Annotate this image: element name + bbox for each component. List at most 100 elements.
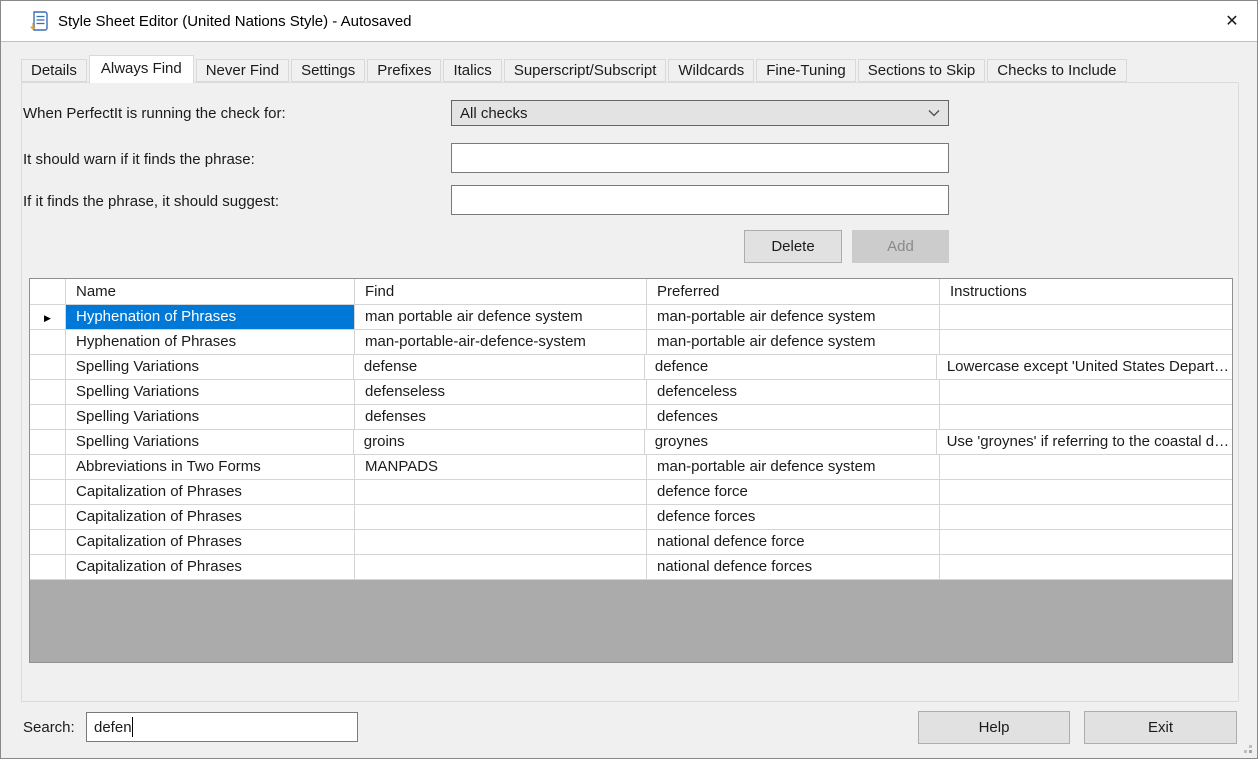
- cell-name[interactable]: Spelling Variations: [66, 355, 354, 380]
- cell-preferred[interactable]: defence forces: [647, 505, 940, 530]
- cell-find[interactable]: MANPADS: [355, 455, 647, 480]
- warn-phrase-input[interactable]: [451, 143, 949, 173]
- title-bar[interactable]: Style Sheet Editor (United Nations Style…: [1, 1, 1257, 42]
- cell-find[interactable]: man-portable-air-defence-system: [355, 330, 647, 355]
- warn-phrase-label: It should warn if it finds the phrase:: [23, 151, 255, 168]
- cell-instructions[interactable]: [940, 305, 1232, 330]
- row-header-cell[interactable]: [30, 330, 66, 355]
- exit-button-label: Exit: [1148, 719, 1173, 736]
- row-header-cell[interactable]: [30, 505, 66, 530]
- cell-name[interactable]: Hyphenation of Phrases: [66, 330, 355, 355]
- cell-instructions[interactable]: [940, 530, 1232, 555]
- cell-name[interactable]: Hyphenation of Phrases: [66, 305, 355, 330]
- cell-preferred[interactable]: national defence forces: [647, 555, 940, 580]
- cell-name[interactable]: Spelling Variations: [66, 430, 354, 455]
- row-header-cell[interactable]: [30, 380, 66, 405]
- cell-preferred[interactable]: groynes: [645, 430, 937, 455]
- cell-instructions[interactable]: [940, 380, 1232, 405]
- cell-find[interactable]: defense: [354, 355, 645, 380]
- cell-instructions[interactable]: [940, 405, 1232, 430]
- row-header-cell[interactable]: [30, 405, 66, 430]
- cell-name[interactable]: Capitalization of Phrases: [66, 505, 355, 530]
- table-row: Capitalization of Phrases national defen…: [30, 555, 1232, 580]
- style-sheet-editor-window: Style Sheet Editor (United Nations Style…: [0, 0, 1258, 759]
- window-title: Style Sheet Editor (United Nations Style…: [58, 13, 412, 30]
- tab-strip: DetailsAlways FindNever FindSettingsPref…: [21, 55, 1129, 83]
- cell-name[interactable]: Spelling Variations: [66, 405, 355, 430]
- cell-instructions[interactable]: [940, 555, 1232, 580]
- tab-settings[interactable]: Settings: [291, 59, 365, 82]
- cell-find[interactable]: defenses: [355, 405, 647, 430]
- cell-preferred[interactable]: defenceless: [647, 380, 940, 405]
- tab-details[interactable]: Details: [21, 59, 87, 82]
- column-header-preferred[interactable]: Preferred: [647, 279, 940, 305]
- column-header-name[interactable]: Name: [66, 279, 355, 305]
- search-label: Search:: [23, 719, 75, 736]
- row-header-cell[interactable]: [30, 480, 66, 505]
- cell-preferred[interactable]: defence force: [647, 480, 940, 505]
- tab-italics[interactable]: Italics: [443, 59, 501, 82]
- tab-prefixes[interactable]: Prefixes: [367, 59, 441, 82]
- resize-grip-icon[interactable]: [1240, 741, 1253, 754]
- cell-instructions[interactable]: [940, 505, 1232, 530]
- row-header-cell[interactable]: [30, 355, 66, 380]
- row-header-cell[interactable]: ▶: [30, 305, 66, 330]
- search-field-wrap: [86, 712, 358, 742]
- add-button: Add: [852, 230, 949, 263]
- row-header-cell[interactable]: [30, 455, 66, 480]
- tab-checks-to-include[interactable]: Checks to Include: [987, 59, 1126, 82]
- cell-instructions[interactable]: [940, 330, 1232, 355]
- cell-instructions[interactable]: Lowercase except 'United States Depart…: [937, 355, 1232, 380]
- cell-name[interactable]: Capitalization of Phrases: [66, 555, 355, 580]
- cell-name[interactable]: Capitalization of Phrases: [66, 480, 355, 505]
- cell-instructions[interactable]: Use 'groynes' if referring to the coasta…: [937, 430, 1232, 455]
- cell-preferred[interactable]: man-portable air defence system: [647, 330, 940, 355]
- cell-find[interactable]: [355, 530, 647, 555]
- cell-preferred[interactable]: defence: [645, 355, 937, 380]
- tab-always-find[interactable]: Always Find: [89, 55, 194, 83]
- cell-find[interactable]: defenseless: [355, 380, 647, 405]
- cell-preferred[interactable]: man-portable air defence system: [647, 305, 940, 330]
- help-button[interactable]: Help: [918, 711, 1070, 744]
- search-input[interactable]: [86, 712, 358, 742]
- tab-fine-tuning[interactable]: Fine-Tuning: [756, 59, 855, 82]
- table-row: Capitalization of Phrases defence force: [30, 480, 1232, 505]
- cell-preferred[interactable]: defences: [647, 405, 940, 430]
- close-icon: ✕: [1225, 11, 1238, 31]
- exit-button[interactable]: Exit: [1084, 711, 1237, 744]
- cell-instructions[interactable]: [940, 480, 1232, 505]
- cell-instructions[interactable]: [940, 455, 1232, 480]
- cell-find[interactable]: man portable air defence system: [355, 305, 647, 330]
- table-row: ▶ Hyphenation of Phrases man portable ai…: [30, 305, 1232, 330]
- close-button[interactable]: ✕: [1207, 1, 1257, 41]
- help-button-label: Help: [979, 719, 1010, 736]
- cell-name[interactable]: Capitalization of Phrases: [66, 530, 355, 555]
- table-row: Spelling Variations defenseless defencel…: [30, 380, 1232, 405]
- grid-corner-cell[interactable]: [30, 279, 66, 305]
- suggest-phrase-input[interactable]: [451, 185, 949, 215]
- check-for-label: When PerfectIt is running the check for:: [23, 105, 286, 122]
- row-header-cell[interactable]: [30, 555, 66, 580]
- cell-name[interactable]: Spelling Variations: [66, 380, 355, 405]
- cell-find[interactable]: [355, 555, 647, 580]
- cell-find[interactable]: [355, 505, 647, 530]
- check-for-selected-value: All checks: [460, 105, 928, 122]
- row-header-cell[interactable]: [30, 530, 66, 555]
- phrases-grid: Name Find Preferred Instructions ▶ Hyphe…: [29, 278, 1233, 663]
- cell-name[interactable]: Abbreviations in Two Forms: [66, 455, 355, 480]
- table-row: Capitalization of Phrases national defen…: [30, 530, 1232, 555]
- tab-sections-to-skip[interactable]: Sections to Skip: [858, 59, 986, 82]
- tab-superscript-subscript[interactable]: Superscript/Subscript: [504, 59, 667, 82]
- delete-button[interactable]: Delete: [744, 230, 842, 263]
- check-for-dropdown[interactable]: All checks: [451, 100, 949, 126]
- cell-preferred[interactable]: national defence force: [647, 530, 940, 555]
- column-header-instructions[interactable]: Instructions: [940, 279, 1232, 305]
- cell-find[interactable]: [355, 480, 647, 505]
- tab-wildcards[interactable]: Wildcards: [668, 59, 754, 82]
- add-button-label: Add: [887, 238, 914, 255]
- column-header-find[interactable]: Find: [355, 279, 647, 305]
- cell-find[interactable]: groins: [354, 430, 645, 455]
- row-header-cell[interactable]: [30, 430, 66, 455]
- cell-preferred[interactable]: man-portable air defence system: [647, 455, 940, 480]
- tab-never-find[interactable]: Never Find: [196, 59, 289, 82]
